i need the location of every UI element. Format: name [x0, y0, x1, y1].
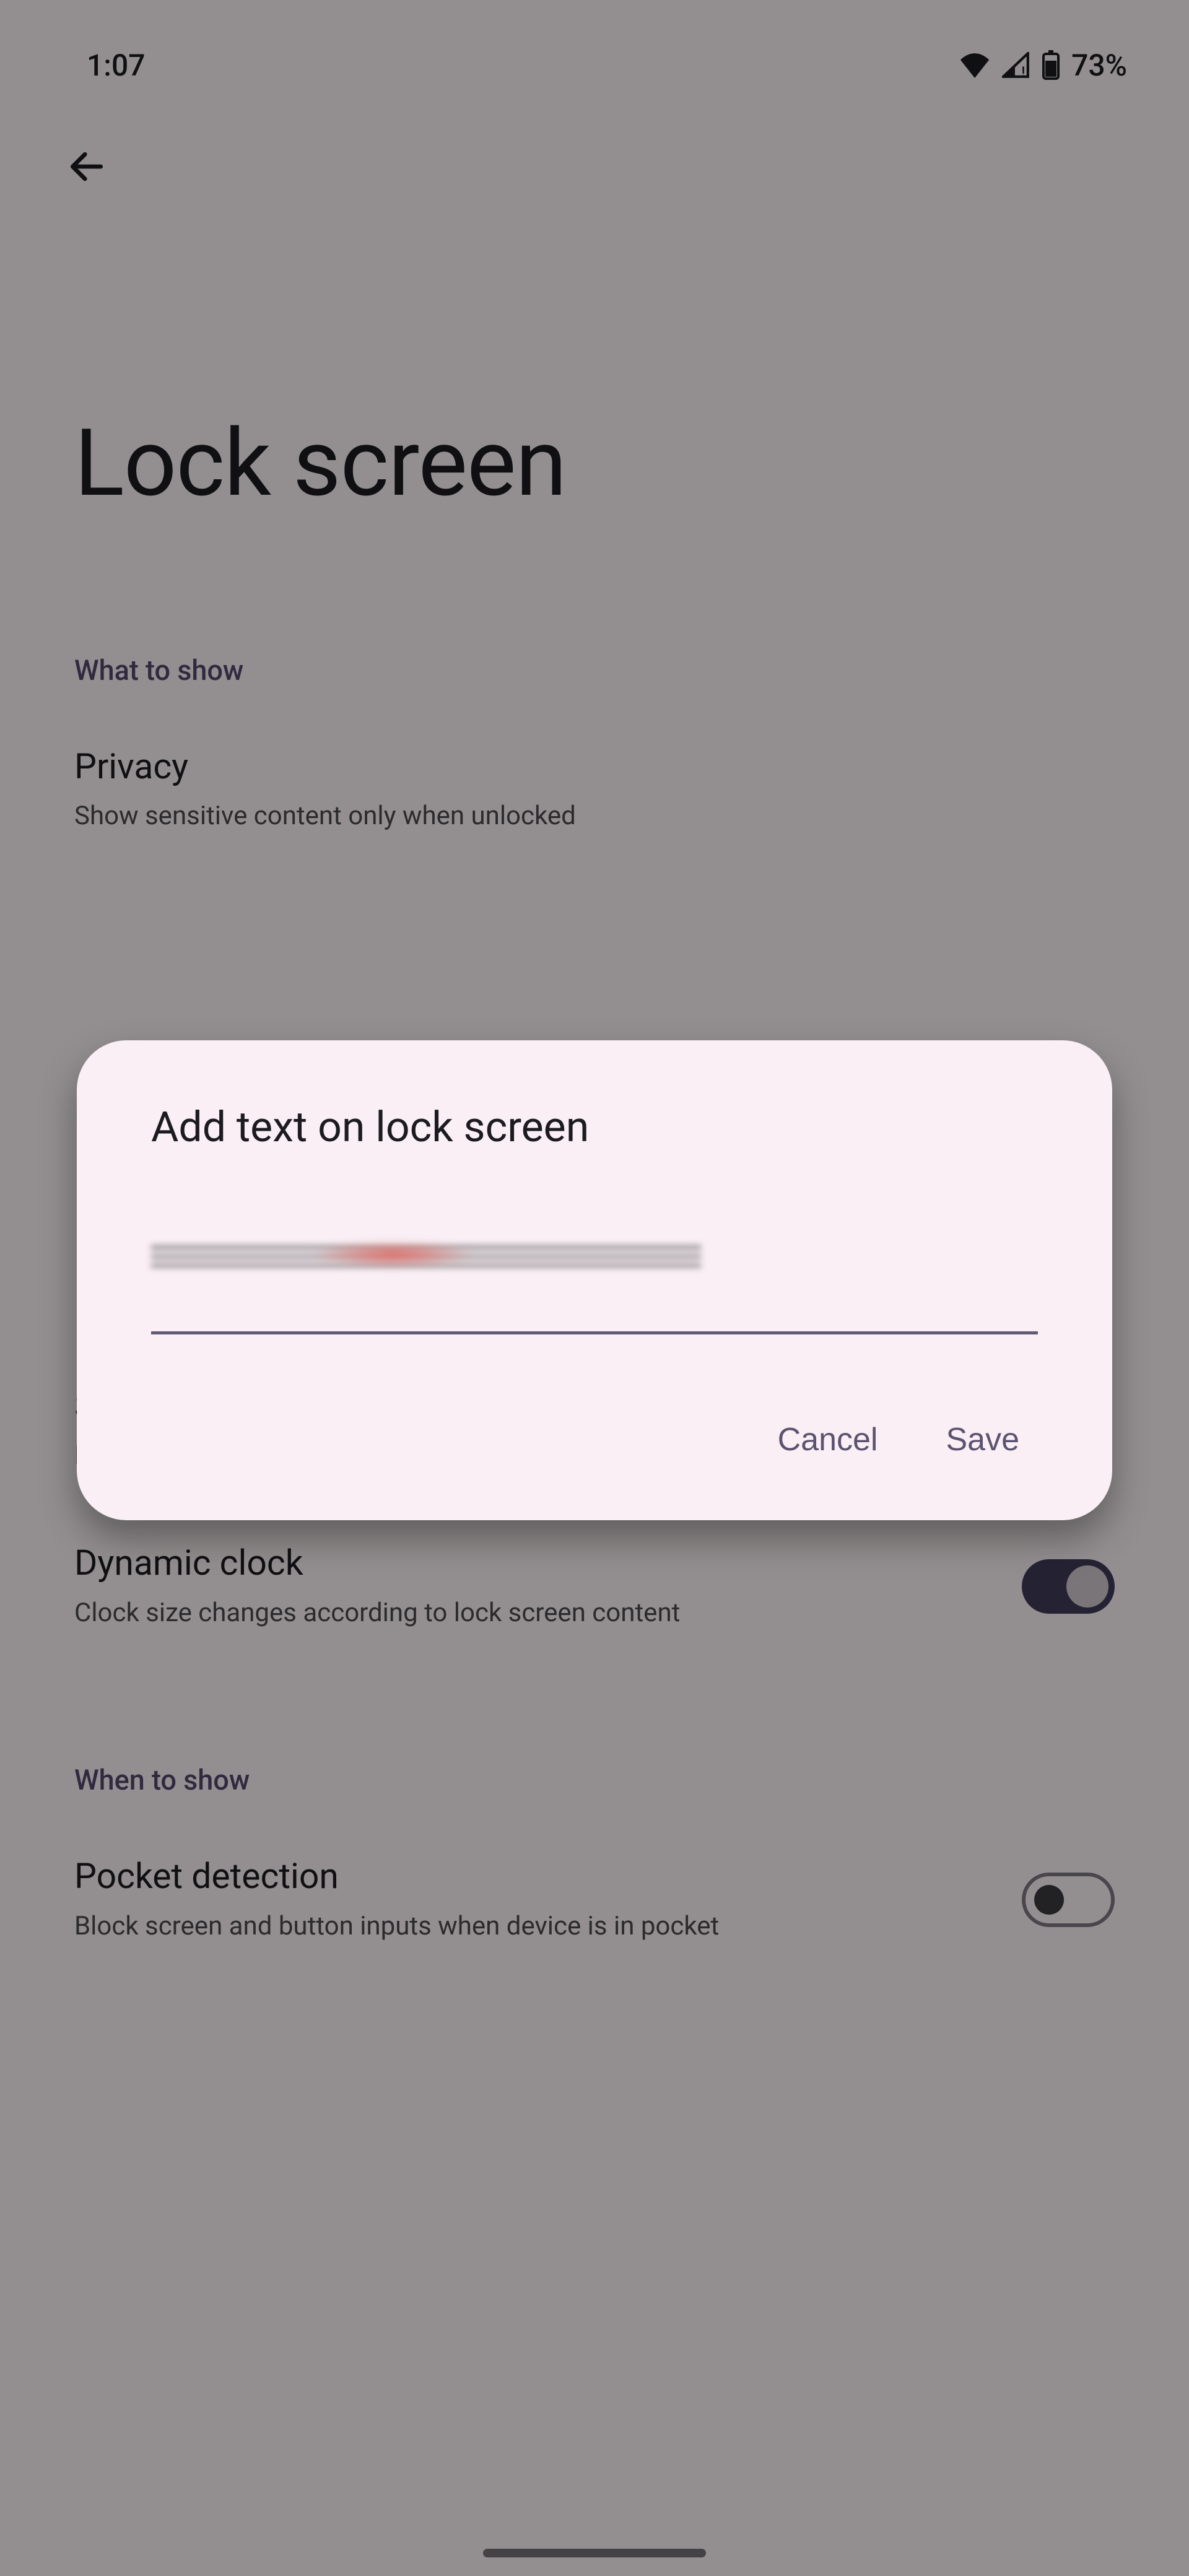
dialog-input-wrap [151, 1238, 1038, 1334]
save-button[interactable]: Save [939, 1409, 1026, 1471]
dialog-title: Add text on lock screen [151, 1102, 1038, 1152]
dialog-actions: Cancel Save [151, 1409, 1038, 1471]
lock-text-input[interactable] [151, 1278, 1038, 1334]
add-text-dialog: Add text on lock screen Cancel Save [77, 1040, 1112, 1520]
cancel-button[interactable]: Cancel [772, 1409, 884, 1471]
settings-screen: 1:07 ! 73% Lock screen What to show Priv… [0, 0, 1189, 2576]
redacted-input-content [151, 1238, 701, 1273]
